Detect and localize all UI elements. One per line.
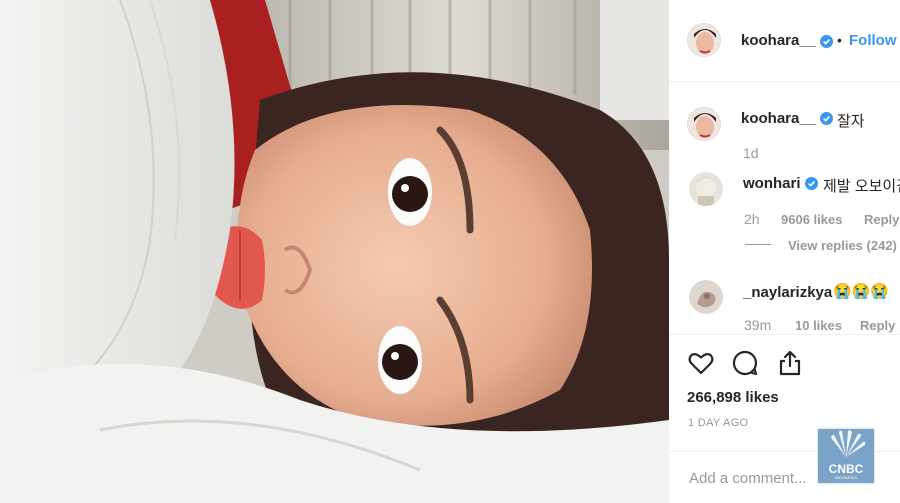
- avatar-image: [688, 24, 720, 56]
- comment-likes[interactable]: 9606 likes: [781, 212, 842, 227]
- author-avatar[interactable]: [687, 23, 721, 57]
- reply-button[interactable]: Reply: [860, 318, 895, 333]
- caption-avatar[interactable]: [687, 107, 721, 141]
- verified-badge-icon: [820, 112, 833, 125]
- avatar-image: [689, 172, 723, 206]
- comment-likes[interactable]: 10 likes: [795, 318, 842, 333]
- caption-text: 잘자: [837, 113, 865, 130]
- comment-text: 제발 오보이깁: [823, 178, 900, 195]
- author-username[interactable]: koohara__: [741, 32, 816, 49]
- caption-time[interactable]: 1d: [743, 145, 759, 161]
- comment-username[interactable]: wonhari: [743, 175, 801, 192]
- post-date[interactable]: 1 DAY AGO: [688, 417, 748, 429]
- share-icon[interactable]: [776, 349, 804, 377]
- watermark-subtext: INDONESIA: [834, 475, 857, 480]
- cnbc-watermark: CNBC INDONESIA: [817, 428, 875, 484]
- separator-dot: •: [837, 32, 842, 48]
- post-photo[interactable]: [0, 0, 669, 503]
- comment-time[interactable]: 39m: [744, 317, 771, 333]
- comment-icon[interactable]: [731, 349, 759, 377]
- comment-avatar[interactable]: [689, 280, 723, 314]
- avatar-image: [689, 280, 723, 314]
- comment-time[interactable]: 2h: [744, 211, 760, 227]
- likes-count[interactable]: 266,898 likes: [687, 389, 779, 406]
- post-header: koohara__ • Follow: [669, 0, 900, 82]
- comment-avatar[interactable]: [689, 172, 723, 206]
- selfie-image: [0, 0, 669, 503]
- view-replies-button[interactable]: View replies (242): [788, 238, 897, 253]
- heart-icon[interactable]: [687, 349, 715, 377]
- peacock-logo-icon: [831, 430, 866, 457]
- reply-button[interactable]: Reply: [864, 212, 899, 227]
- replies-line: [745, 244, 771, 245]
- avatar-image: [688, 108, 720, 140]
- watermark-text: CNBC: [828, 462, 864, 476]
- comment-text: 😭😭😭: [833, 283, 890, 300]
- instagram-post-view: koohara__ • Follow koohara__ 잘자 1d wonha…: [0, 0, 900, 503]
- caption-username[interactable]: koohara__: [741, 110, 816, 127]
- verified-badge-icon: [820, 35, 833, 48]
- verified-badge-icon: [805, 177, 818, 190]
- follow-button[interactable]: Follow: [849, 32, 897, 49]
- comment-username[interactable]: _naylarizkya: [743, 284, 832, 301]
